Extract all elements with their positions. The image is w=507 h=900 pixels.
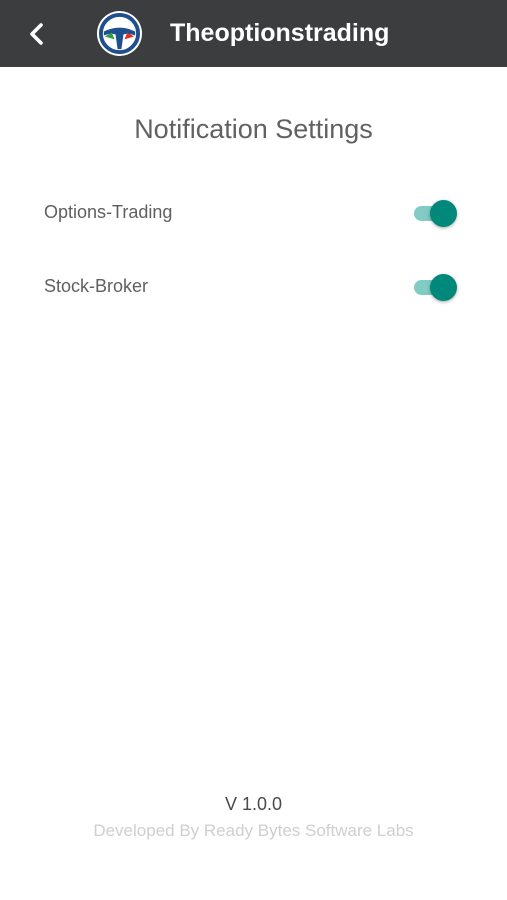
app-version: V 1.0.0	[224, 794, 283, 814]
setting-label: Stock-Broker	[44, 276, 149, 296]
toggle-knob	[430, 200, 457, 227]
toggle-knob	[430, 274, 457, 301]
setting-row-options-trading: Options-Trading	[44, 193, 464, 233]
app-title: Theoptionstrading	[170, 19, 390, 47]
page-title: Notification Settings	[134, 114, 373, 144]
stock-broker-toggle[interactable]	[414, 273, 458, 301]
options-trading-toggle[interactable]	[414, 199, 458, 227]
app-logo-icon	[96, 10, 143, 57]
chevron-left-icon	[30, 23, 43, 45]
setting-label: Options-Trading	[44, 202, 173, 222]
setting-row-stock-broker: Stock-Broker	[44, 267, 464, 307]
back-button[interactable]	[20, 17, 54, 51]
developer-credit: Developed By Ready Bytes Software Labs	[93, 821, 414, 840]
app-bar: Theoptionstrading	[0, 0, 507, 67]
